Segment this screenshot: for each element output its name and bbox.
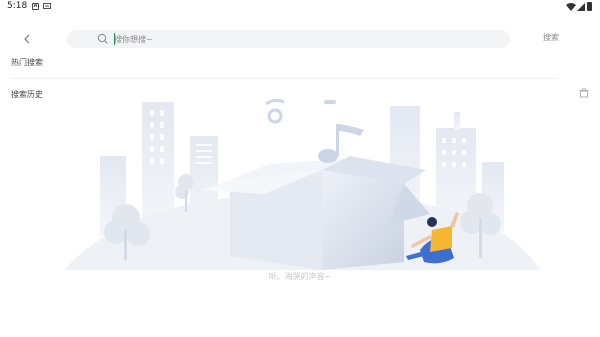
empty-state-message: 听。海哭的声音~	[268, 272, 332, 281]
battery-icon	[587, 2, 592, 11]
search-box[interactable]	[67, 30, 510, 48]
a-badge-icon: A	[32, 3, 39, 10]
status-bar: 5:18 A	[0, 0, 600, 14]
text-cursor	[114, 33, 115, 45]
back-button[interactable]	[18, 30, 36, 48]
music-note-icons	[265, 98, 364, 163]
chevron-left-icon	[24, 34, 30, 44]
trash-icon[interactable]	[579, 88, 589, 98]
status-time: 5:18	[7, 1, 28, 11]
empty-state-illustration	[64, 98, 540, 270]
search-button[interactable]: 搜索	[543, 32, 559, 43]
search-icon	[97, 33, 108, 44]
cast-icon	[43, 3, 51, 9]
hot-search-title: 热门搜索	[11, 58, 43, 67]
search-history-title: 搜索历史	[11, 90, 43, 99]
wifi-icon	[566, 3, 576, 11]
search-input[interactable]	[114, 32, 494, 46]
signal-icon	[577, 3, 585, 11]
open-box-icon	[202, 156, 430, 270]
divider	[10, 78, 558, 79]
